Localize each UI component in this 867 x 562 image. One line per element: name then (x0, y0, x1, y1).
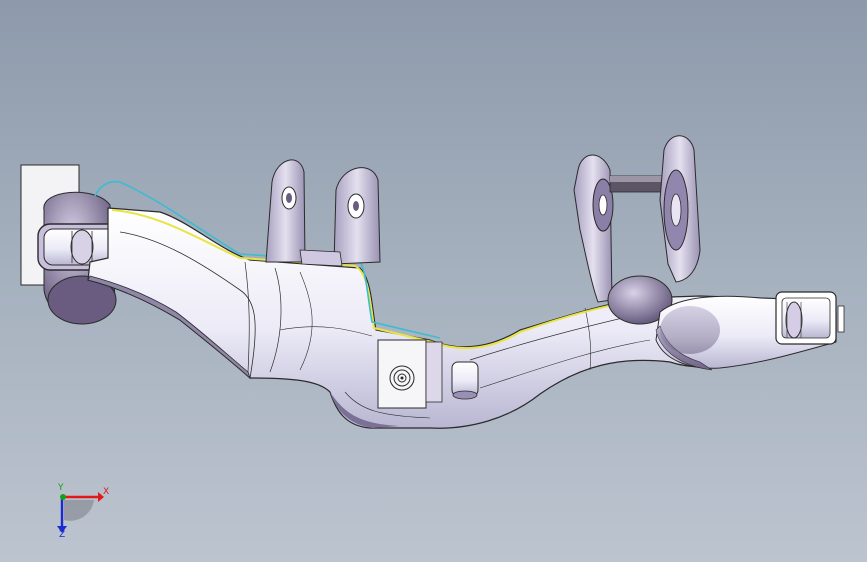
center-stub (451, 361, 479, 400)
triad-y-label: Y (58, 483, 64, 493)
center-brackets (265, 159, 381, 267)
triad-y-axis (60, 494, 66, 500)
coordinate-triad (57, 492, 104, 533)
center-mount-plate (377, 339, 443, 409)
triad-z-label: Z (59, 530, 66, 540)
graphics-viewport[interactable]: X Y Z (0, 0, 867, 562)
model-canvas[interactable] (0, 0, 867, 562)
triad-x-label: X (103, 487, 110, 497)
